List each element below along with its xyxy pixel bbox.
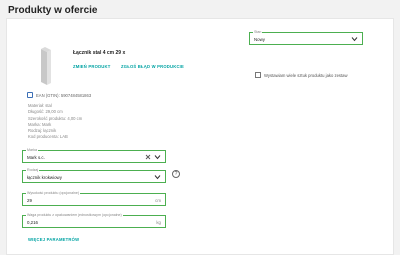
multi-units-label: Wystawiam wiele sztuk produktu jako zest… [264, 72, 348, 78]
chevron-down-icon[interactable] [351, 36, 358, 42]
height-unit: cm [155, 198, 161, 203]
change-product-link[interactable]: ZMIEŃ PRODUKT [73, 64, 111, 69]
brand-select[interactable]: Marka Mark s.c. [22, 148, 166, 163]
multi-units-option: Wystawiam wiele sztuk produktu jako zest… [255, 72, 348, 78]
product-card: Łącznik stal 4 cm 29 x ZMIEŃ PRODUKT ZGŁ… [6, 18, 394, 255]
chevron-down-icon[interactable] [154, 174, 161, 180]
weight-value: 0,216 [27, 220, 38, 225]
condition-select[interactable]: Stan Nowy [249, 30, 363, 45]
brand-label: Marka [26, 148, 38, 152]
height-value: 29 [27, 198, 32, 203]
product-name: Łącznik stal 4 cm 29 x [73, 50, 126, 56]
page-title: Produkty w ofercie [8, 5, 98, 16]
height-field[interactable]: Wysokość produktu (opcjonalne) 29 cm [22, 191, 166, 206]
weight-label: Waga produktu z opakowaniem jednostkowym… [26, 213, 123, 217]
ean-value: EAN (GTIN): 5907484581863 [36, 92, 92, 98]
kind-value: łącznik krokwiowy [27, 175, 62, 180]
spec-item: Szerokość produktu: 4,00 cm [28, 115, 83, 121]
multi-units-checkbox[interactable] [255, 72, 261, 78]
spec-item: Kod producenta: LAB [28, 134, 68, 140]
kind-label: Rodzaj [26, 168, 40, 172]
chevron-down-icon[interactable] [154, 154, 161, 160]
report-error-link[interactable]: ZGŁOŚ BŁĄD W PRODUKCIE [121, 64, 184, 69]
kind-select[interactable]: Rodzaj łącznik krokwiowy [22, 168, 166, 183]
clear-icon[interactable] [145, 154, 151, 160]
help-icon[interactable]: ? [172, 170, 180, 178]
barcode-icon [27, 92, 33, 98]
spec-list: Materiał: stal Długość: 29,00 cm Szeroko… [28, 103, 82, 141]
weight-field[interactable]: Waga produktu z opakowaniem jednostkowym… [22, 213, 166, 228]
ean-row: EAN (GTIN): 5907484581863 [27, 92, 91, 98]
height-label: Wysokość produktu (opcjonalne) [26, 191, 81, 195]
more-params-link[interactable]: WIĘCEJ PARAMETRÓW [28, 237, 79, 242]
brand-value: Mark s.c. [27, 155, 45, 160]
product-thumbnail [41, 47, 51, 85]
condition-label: Stan [253, 30, 263, 34]
condition-value: Nowy [254, 37, 265, 42]
weight-unit: kg [156, 220, 161, 225]
